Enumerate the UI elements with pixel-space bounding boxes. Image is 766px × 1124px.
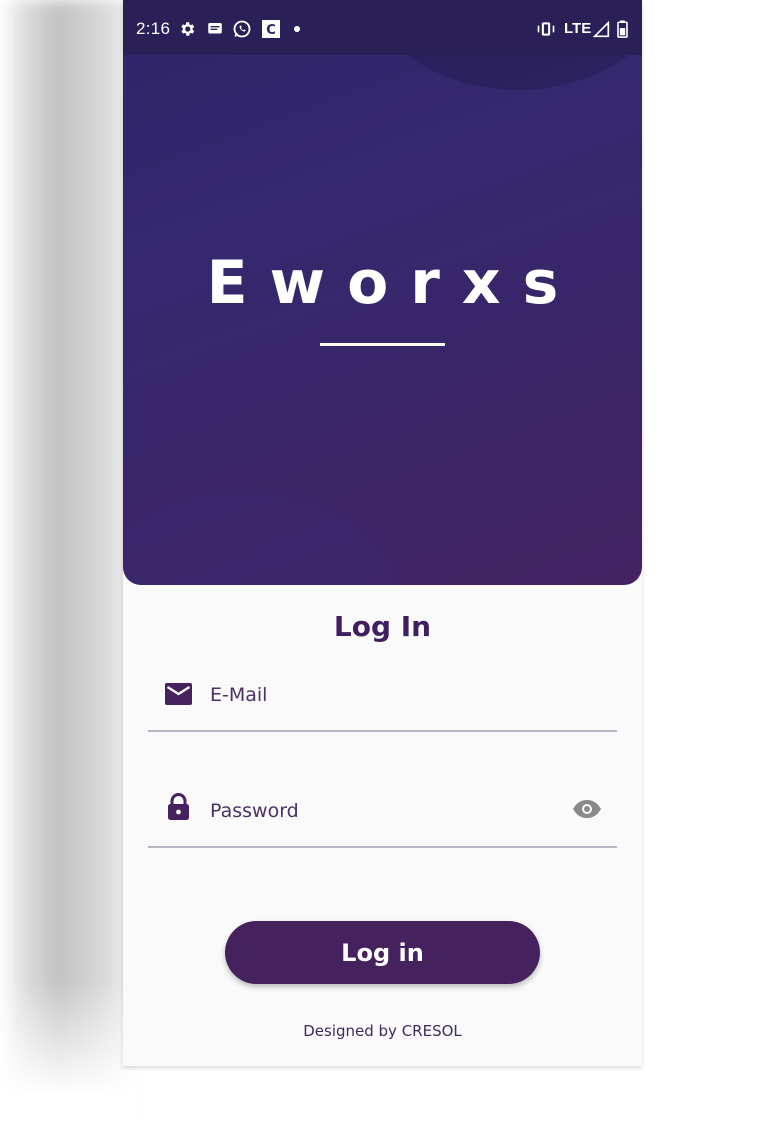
status-bar: 2:16 C LTE xyxy=(123,0,642,55)
c-app-icon: C xyxy=(261,19,281,39)
background-shadow xyxy=(0,0,130,1124)
login-title: Log In xyxy=(333,610,432,643)
hero-banner: Eworxs xyxy=(123,0,642,585)
footer-credit: Designed by CRESOL xyxy=(303,1022,462,1040)
svg-text:C: C xyxy=(266,23,276,38)
signal-icon xyxy=(593,19,610,39)
show-password-eye-icon[interactable] xyxy=(570,794,604,824)
login-button[interactable]: Log in xyxy=(225,921,540,984)
brand-logo-text: Eworxs xyxy=(206,248,581,318)
gear-icon xyxy=(178,19,196,39)
password-input[interactable] xyxy=(208,792,552,830)
backdrop: Eworxs 2:16 C LTE Log In E-Mail Log in D… xyxy=(0,0,766,1124)
phone-screen: Eworxs 2:16 C LTE Log In E-Mail Log in D… xyxy=(123,0,642,1066)
lock-icon xyxy=(163,792,193,822)
status-time: 2:16 xyxy=(136,19,171,38)
network-type: LTE xyxy=(564,20,592,37)
dot-icon xyxy=(293,19,301,39)
vibrate-icon xyxy=(536,19,556,39)
battery-icon xyxy=(617,19,628,39)
whatsapp-icon xyxy=(232,19,252,39)
mail-icon xyxy=(163,679,193,709)
message-icon xyxy=(206,19,224,39)
password-field xyxy=(148,786,617,848)
hero-decor-circle xyxy=(123,490,403,585)
email-input[interactable] xyxy=(208,676,552,714)
background-shadow-fade xyxy=(0,980,140,1124)
brand-underline xyxy=(320,343,445,346)
email-field xyxy=(148,670,617,732)
